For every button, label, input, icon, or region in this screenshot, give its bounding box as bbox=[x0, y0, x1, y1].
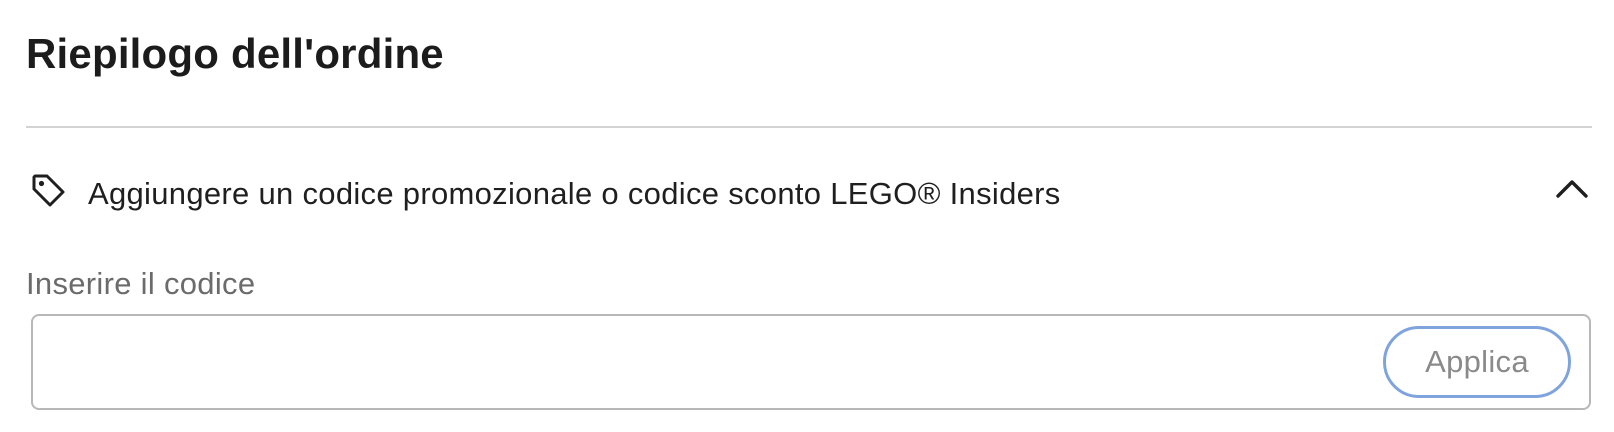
chevron-up-icon[interactable] bbox=[1554, 176, 1590, 200]
divider bbox=[26, 126, 1592, 128]
promo-code-toggle-label: Aggiungere un codice promozionale o codi… bbox=[88, 176, 1061, 211]
tag-icon bbox=[30, 172, 68, 210]
promo-code-field: Applica bbox=[31, 314, 1591, 410]
promo-code-input[interactable] bbox=[45, 330, 1395, 394]
promo-code-toggle[interactable]: Aggiungere un codice promozionale o codi… bbox=[26, 164, 1592, 224]
promo-code-field-label: Inserire il codice bbox=[26, 266, 256, 301]
page-title: Riepilogo dell'ordine bbox=[26, 30, 444, 77]
apply-button[interactable]: Applica bbox=[1383, 326, 1571, 398]
